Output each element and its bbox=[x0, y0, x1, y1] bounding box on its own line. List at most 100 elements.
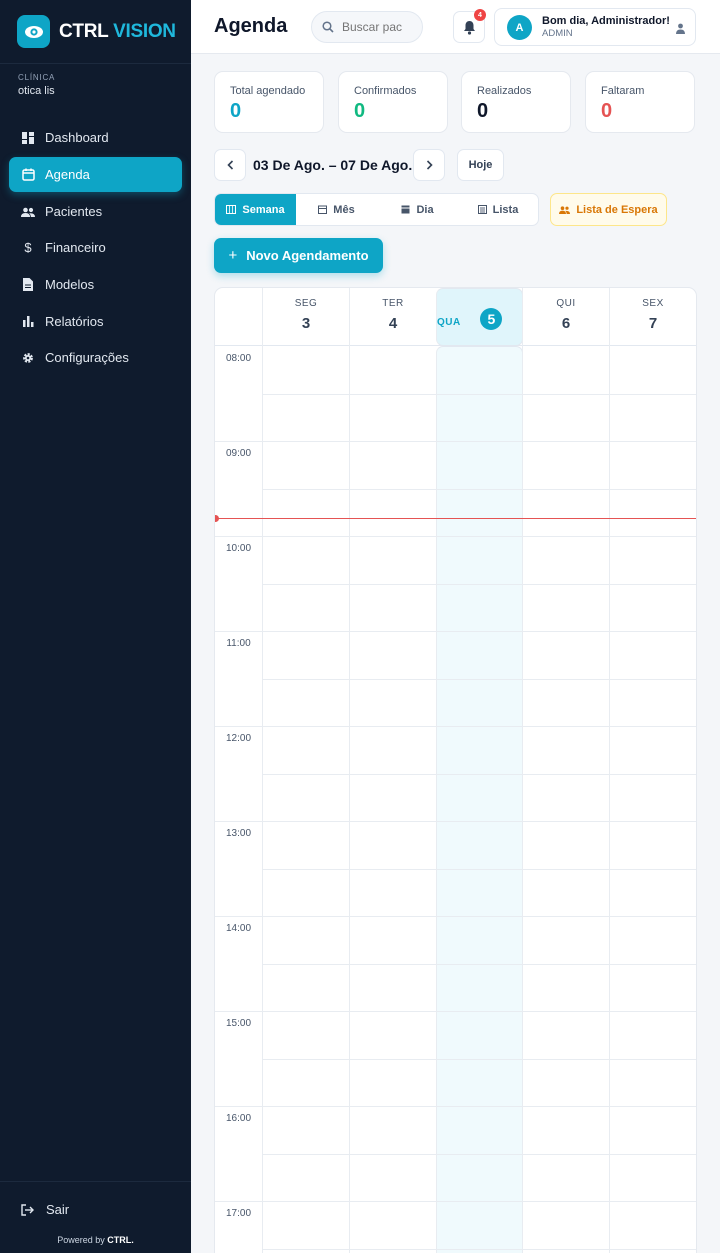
time-label: 15:00 bbox=[225, 1018, 252, 1029]
day-column[interactable] bbox=[262, 346, 349, 1253]
notifications-button[interactable]: 4 bbox=[453, 9, 486, 43]
stat-label: Confirmados bbox=[354, 85, 417, 97]
stat-label: Realizados bbox=[477, 85, 532, 97]
day-number: 6 bbox=[561, 315, 571, 332]
sidebar-item-label: Dashboard bbox=[45, 130, 109, 145]
day-number-today: 5 bbox=[480, 308, 503, 330]
day-column[interactable] bbox=[609, 346, 696, 1253]
half-hour-gridline bbox=[262, 1058, 696, 1060]
sidebar-item-agenda[interactable]: Agenda bbox=[9, 157, 182, 192]
sidebar-item-dashboard[interactable]: Dashboard bbox=[9, 120, 182, 155]
calendar-day-icon bbox=[401, 205, 416, 214]
half-hour-gridline bbox=[262, 1153, 696, 1155]
view-day-button[interactable]: Dia bbox=[377, 194, 458, 225]
day-of-week: QUA bbox=[437, 316, 461, 328]
view-month-button[interactable]: Mês bbox=[296, 194, 377, 225]
view-month-label: Mês bbox=[333, 203, 355, 216]
next-week-button[interactable] bbox=[413, 149, 445, 181]
powered-by: Powered by CTRL. bbox=[0, 1235, 191, 1245]
view-switcher: Semana Mês Dia Lista bbox=[214, 193, 539, 226]
day-header-seg[interactable]: SEG 3 bbox=[262, 288, 349, 346]
time-label: 14:00 bbox=[225, 923, 252, 934]
sidebar-item-label: Configurações bbox=[45, 350, 129, 365]
day-of-week: SEX bbox=[642, 298, 664, 309]
prev-week-button[interactable] bbox=[214, 149, 246, 181]
avatar: A bbox=[507, 15, 532, 40]
hour-gridline bbox=[215, 536, 696, 537]
day-of-week: TER bbox=[382, 298, 404, 309]
calendar-header: SEG 3 TER 4 QUA 5 QUI 6 SEX 7 bbox=[215, 288, 696, 346]
sidebar-footer: Sair Powered by CTRL. bbox=[0, 1181, 191, 1253]
sidebar-item-relatorios[interactable]: Relatórios bbox=[9, 304, 182, 339]
half-hour-gridline bbox=[262, 583, 696, 585]
stat-value: 0 bbox=[230, 100, 242, 122]
hour-gridline bbox=[215, 631, 696, 632]
half-hour-gridline bbox=[262, 773, 696, 775]
hour-gridline bbox=[215, 1201, 696, 1202]
new-appointment-button[interactable]: + Novo Agendamento bbox=[214, 238, 383, 273]
notification-count-badge: 4 bbox=[474, 9, 486, 21]
list-icon bbox=[477, 205, 493, 214]
stat-value: 0 bbox=[601, 100, 613, 122]
day-header-qua[interactable]: QUA 5 bbox=[436, 288, 523, 346]
view-week-label: Semana bbox=[242, 203, 285, 216]
stat-label: Faltaram bbox=[601, 85, 645, 97]
powered-by-brand: CTRL. bbox=[107, 1235, 134, 1245]
people-icon bbox=[21, 205, 35, 219]
half-hour-gridline bbox=[262, 678, 696, 680]
hour-gridline bbox=[215, 1106, 696, 1107]
search-input[interactable] bbox=[342, 20, 418, 34]
hour-gridline bbox=[215, 726, 696, 727]
user-role: ADMIN bbox=[542, 28, 573, 39]
sidebar-item-configuracoes[interactable]: Configurações bbox=[9, 340, 182, 375]
sidebar-item-label: Modelos bbox=[45, 277, 95, 292]
calendar-icon bbox=[21, 168, 35, 182]
bar-chart-icon bbox=[21, 315, 35, 329]
powered-by-prefix: Powered by bbox=[57, 1235, 105, 1245]
view-week-button[interactable]: Semana bbox=[215, 194, 296, 225]
time-label: 17:00 bbox=[225, 1208, 252, 1219]
calendar-grid[interactable]: 08:00 09:00 10:00 11:00 12:00 13:00 14:00 15:00… bbox=[215, 346, 696, 1253]
half-hour-gridline bbox=[262, 1248, 696, 1250]
clinic-name: otica lis bbox=[18, 85, 55, 97]
dashboard-icon bbox=[21, 131, 35, 145]
stat-value: 0 bbox=[477, 100, 489, 122]
day-column[interactable] bbox=[522, 346, 609, 1253]
time-column: 08:00 09:00 10:00 11:00 12:00 13:00 14:00 15:00… bbox=[215, 346, 262, 1253]
day-of-week: SEG bbox=[294, 298, 318, 309]
waitlist-button[interactable]: Lista de Espera bbox=[550, 193, 667, 226]
top-header: Agenda 4 A Bom dia, Administrador! ADMIN bbox=[191, 0, 720, 54]
view-list-button[interactable]: Lista bbox=[458, 194, 538, 225]
brand-logo[interactable]: CTRL VISION bbox=[0, 0, 191, 64]
dollar-icon: $ bbox=[24, 240, 32, 255]
day-number: 3 bbox=[301, 315, 311, 332]
day-of-week: QUI bbox=[556, 298, 576, 309]
day-header-qui[interactable]: QUI 6 bbox=[522, 288, 609, 346]
sidebar-item-financeiro[interactable]: $ Financeiro bbox=[9, 230, 182, 265]
page-title: Agenda bbox=[214, 15, 288, 37]
hour-gridline bbox=[215, 916, 696, 917]
eye-icon bbox=[17, 15, 50, 48]
time-label: 13:00 bbox=[225, 828, 252, 839]
sidebar-item-modelos[interactable]: Modelos bbox=[9, 267, 182, 302]
sidebar: CTRL VISION CLÍNICA otica lis Dashboard … bbox=[0, 0, 191, 1253]
time-label: 16:00 bbox=[225, 1113, 252, 1124]
logout-button[interactable]: Sair bbox=[21, 1202, 69, 1217]
day-header-sex[interactable]: SEX 7 bbox=[609, 288, 696, 346]
today-button[interactable]: Hoje bbox=[457, 149, 504, 181]
day-column-today[interactable] bbox=[436, 346, 523, 1253]
new-appointment-label: Novo Agendamento bbox=[246, 248, 369, 263]
user-menu[interactable]: A Bom dia, Administrador! ADMIN bbox=[494, 8, 696, 46]
time-label: 11:00 bbox=[226, 638, 251, 649]
day-header-ter[interactable]: TER 4 bbox=[349, 288, 436, 346]
user-icon bbox=[675, 21, 686, 39]
week-range: 03 De Ago. – 07 De Ago. bbox=[253, 157, 413, 173]
calendar-month-icon bbox=[318, 205, 333, 214]
logout-label: Sair bbox=[46, 1202, 70, 1217]
day-column[interactable] bbox=[349, 346, 436, 1253]
stat-value: 0 bbox=[354, 100, 366, 122]
view-list-label: Lista bbox=[492, 203, 519, 216]
sidebar-item-pacientes[interactable]: Pacientes bbox=[9, 194, 182, 229]
bell-icon bbox=[463, 20, 476, 35]
search-box[interactable] bbox=[311, 11, 423, 43]
